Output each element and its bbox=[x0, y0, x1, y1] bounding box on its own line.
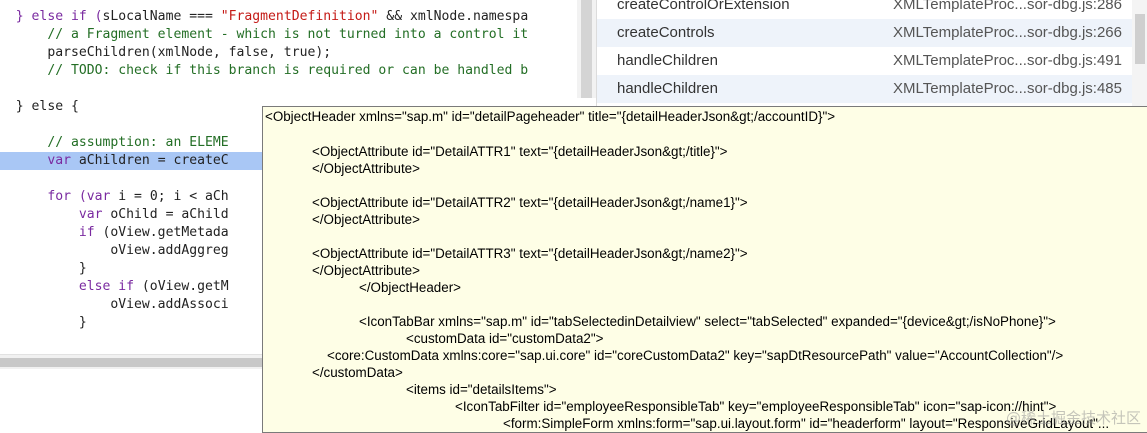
xml-line: <items id="detailsItems"> bbox=[406, 382, 557, 397]
xml-line: <ObjectAttribute id="DetailATTR3" text="… bbox=[312, 246, 748, 261]
frame-function-name: createControls bbox=[617, 24, 715, 41]
call-stack-frame[interactable]: handleChildren XMLTemplateProc...sor-dbg.… bbox=[597, 75, 1147, 103]
xml-line: </ObjectHeader> bbox=[359, 280, 461, 295]
frame-function-name: createControlOrExtension bbox=[617, 0, 790, 13]
xml-line: <core:CustomData xmlns:core="sap.ui.core… bbox=[327, 348, 1064, 363]
watermark: @稀土掘金技术社区 bbox=[1005, 409, 1141, 427]
xml-line: <ObjectHeader xmlns="sap.m" id="detailPa… bbox=[265, 109, 836, 124]
code-token: if bbox=[78, 225, 103, 240]
code-token: else if bbox=[78, 279, 142, 294]
xml-line: <IconTabFilter id="employeeResponsibleTa… bbox=[455, 399, 1057, 414]
frame-source-location[interactable]: XMLTemplateProc...sor-dbg.js:491 bbox=[893, 47, 1122, 75]
call-stack-frame[interactable]: createControls XMLTemplateProc...sor-dbg.… bbox=[597, 19, 1147, 47]
code-token: sLocalName === bbox=[102, 9, 221, 24]
editor-vertical-scrollbar[interactable] bbox=[577, 0, 596, 98]
xml-line: <ObjectAttribute id="DetailATTR2" text="… bbox=[312, 195, 748, 210]
call-stack-panel: createControlOrExtension XMLTemplateProc.… bbox=[596, 0, 1147, 107]
editor-scrollbar-thumb[interactable] bbox=[0, 358, 262, 367]
code-token: var bbox=[47, 153, 79, 168]
code-token: oView.addAssoci bbox=[110, 297, 229, 312]
code-token: (oView.getM bbox=[141, 279, 229, 294]
call-stack-frame[interactable]: createControlOrExtension XMLTemplateProc.… bbox=[597, 0, 1147, 19]
code-token: oView.addAggreg bbox=[110, 243, 229, 258]
editor-empty-area bbox=[0, 369, 262, 431]
code-line: // a Fragment element - which is not tur… bbox=[0, 26, 596, 44]
code-token: && xmlNode.namespa bbox=[378, 9, 529, 24]
code-token: // a Fragment element - which is not tur… bbox=[47, 27, 529, 42]
frame-function-name: handleChildren bbox=[617, 80, 718, 97]
code-token: } bbox=[78, 315, 87, 330]
xml-line: <ObjectAttribute id="DetailATTR1" text="… bbox=[312, 144, 728, 159]
code-token: oChild = aChild bbox=[110, 207, 229, 222]
code-token: (oView.getMetada bbox=[102, 225, 229, 240]
code-token: for ( bbox=[47, 189, 87, 204]
code-token: } else { bbox=[15, 99, 79, 114]
xml-line: <customData id="customData2"> bbox=[406, 331, 604, 346]
code-token: parseChildren(xmlNode, false, true); bbox=[47, 45, 332, 60]
variable-value-tooltip: <ObjectHeader xmlns="sap.m" id="detailPa… bbox=[262, 106, 1147, 433]
frame-source-location[interactable]: XMLTemplateProc...sor-dbg.js:286 bbox=[893, 0, 1122, 19]
code-token: var bbox=[86, 189, 119, 204]
xml-line: </ObjectAttribute> bbox=[312, 161, 420, 176]
call-stack-scrollbar[interactable] bbox=[1132, 0, 1147, 107]
code-line: // TODO: check if this branch is require… bbox=[0, 62, 596, 80]
xml-line: </customData> bbox=[312, 365, 403, 380]
code-token: // assumption: an ELEME bbox=[47, 135, 229, 150]
editor-horizontal-scrollbar[interactable] bbox=[0, 354, 262, 369]
code-token: } else if ( bbox=[15, 9, 103, 24]
code-token: "FragmentDefinition" bbox=[220, 9, 379, 24]
code-line: parseChildren(xmlNode, false, true); bbox=[0, 44, 596, 62]
code-token: i = 0; i < aCh bbox=[118, 189, 229, 204]
frame-function-name: handleChildren bbox=[617, 52, 718, 69]
frame-source-location[interactable]: XMLTemplateProc...sor-dbg.js:266 bbox=[893, 19, 1122, 47]
code-token: aChildren = createC bbox=[78, 153, 229, 168]
code-token: // TODO: check if this branch is require… bbox=[47, 63, 529, 78]
xml-line: </ObjectAttribute> bbox=[312, 263, 420, 278]
xml-line: <IconTabBar xmlns="sap.m" id="tabSelecte… bbox=[359, 314, 1056, 329]
code-token: var bbox=[78, 207, 111, 222]
call-stack-frame[interactable]: handleChildren XMLTemplateProc...sor-dbg.… bbox=[597, 47, 1147, 75]
code-token: } bbox=[78, 261, 87, 276]
frame-source-location[interactable]: XMLTemplateProc...sor-dbg.js:485 bbox=[893, 75, 1122, 103]
editor-vertical-scrollbar-thumb[interactable] bbox=[581, 0, 592, 98]
xml-line: </ObjectAttribute> bbox=[312, 212, 420, 227]
code-line: } else if (sLocalName === "FragmentDefin… bbox=[0, 8, 596, 26]
call-stack-scrollbar-thumb[interactable] bbox=[1135, 14, 1145, 64]
